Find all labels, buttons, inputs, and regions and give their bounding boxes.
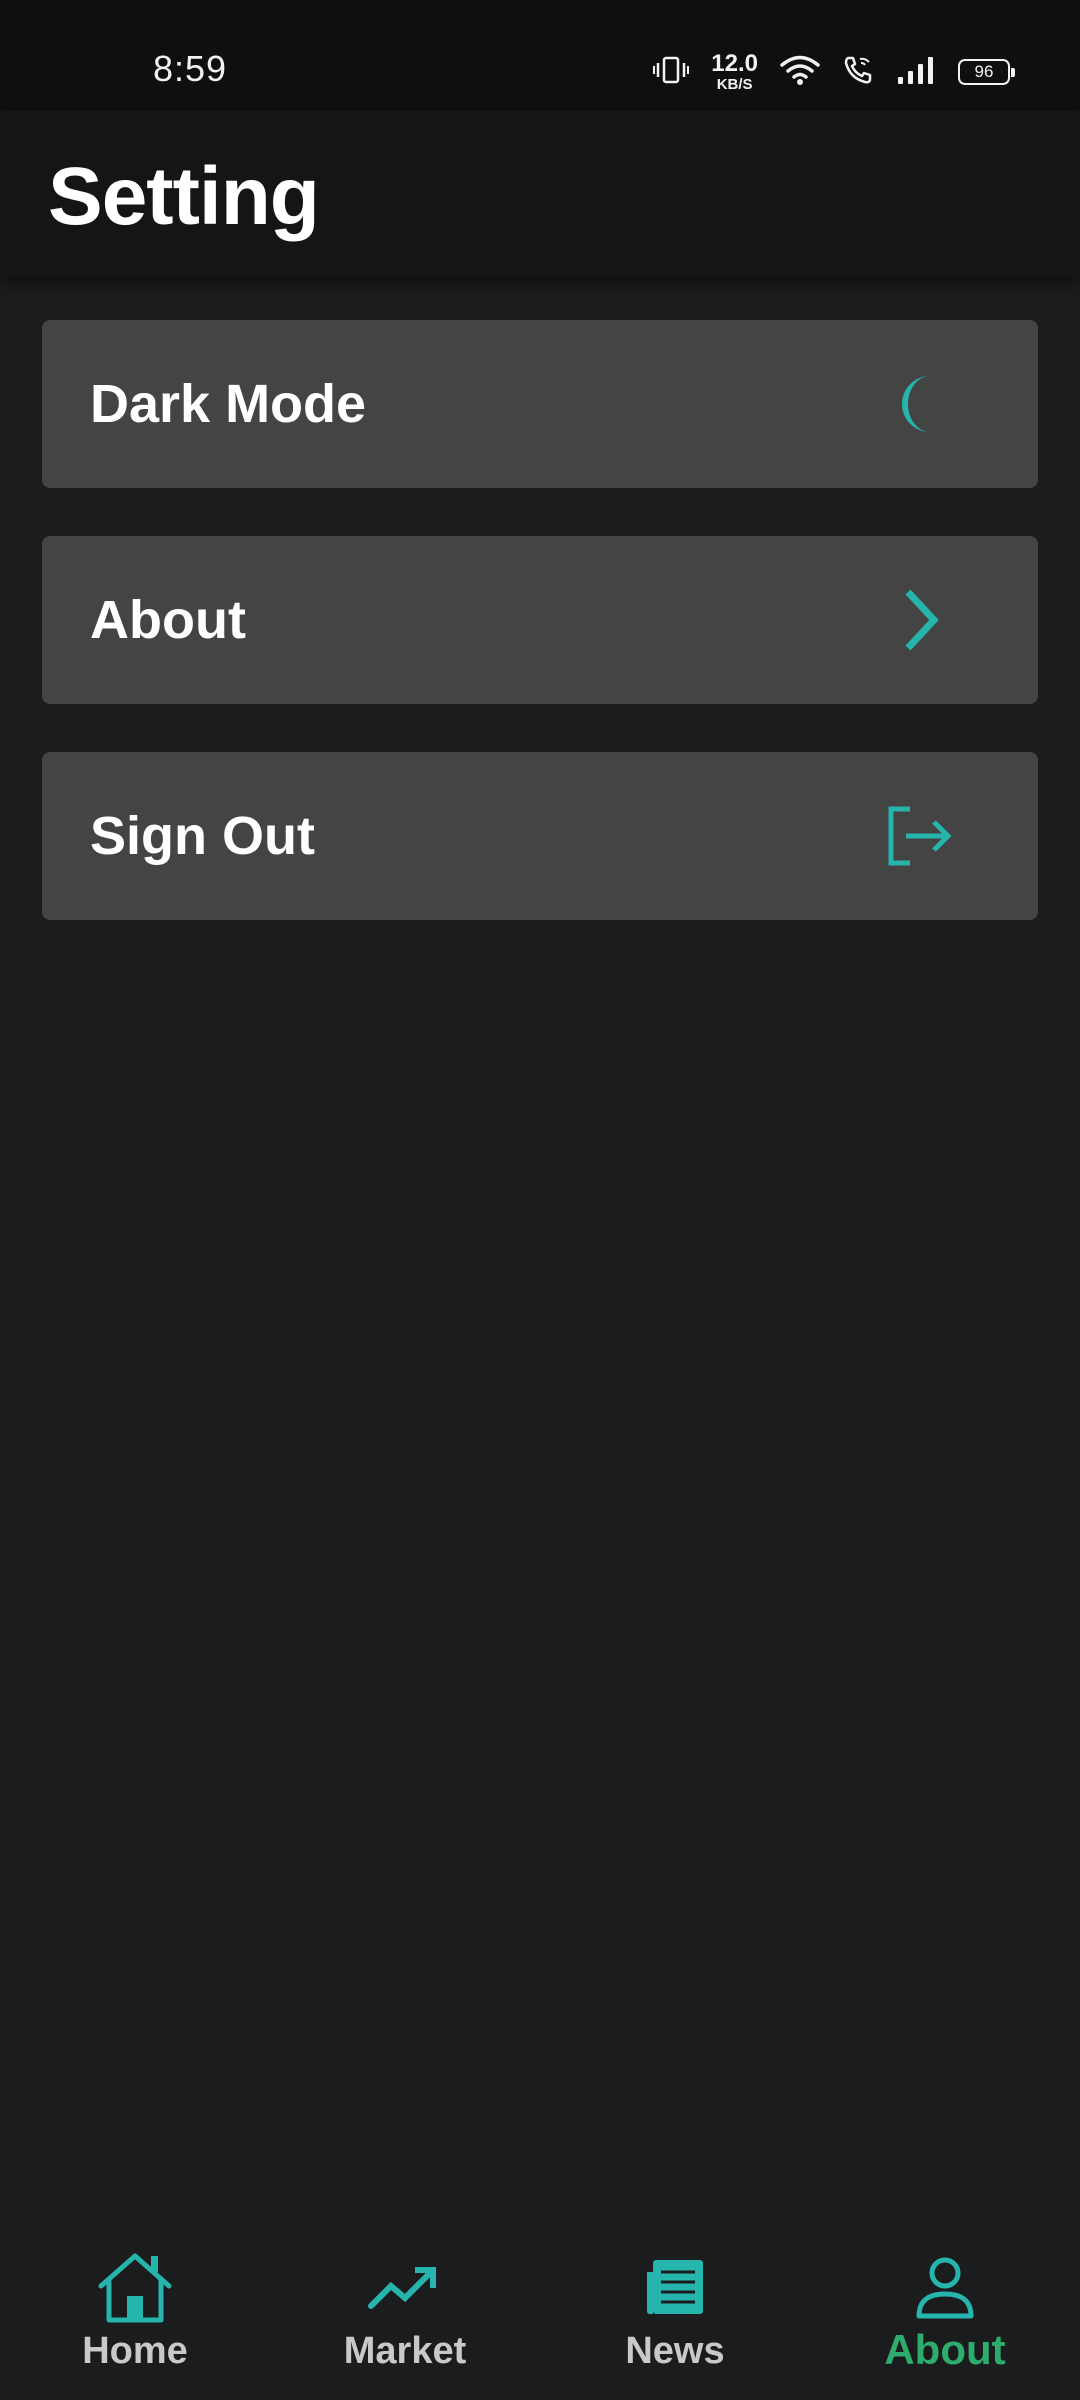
nav-item-news[interactable]: News [540,2220,810,2400]
signal-icon [896,55,936,90]
page-title: Setting [48,151,320,242]
network-speed-value: 12.0 [711,50,758,77]
battery-level: 96 [974,62,994,81]
nav-label-about: About [884,2326,1006,2373]
sign-out-icon [888,804,952,868]
app-header: Setting [0,110,1080,278]
user-icon [907,2250,983,2326]
nav-label-news: News [625,2330,725,2372]
status-bar: 8:59 12.0 KB/S 96 [0,0,1080,110]
dark-mode-label: Dark Mode [90,374,367,434]
home-icon [97,2250,173,2326]
nav-item-market[interactable]: Market [270,2220,540,2400]
battery-icon: 96 [958,59,1015,85]
wifi-call-icon [842,54,874,91]
nav-label-market: Market [343,2330,467,2372]
nav-label-home: Home [82,2330,188,2372]
trending-up-icon [367,2250,443,2326]
chevron-right-icon [888,588,952,652]
vibrate-icon [653,55,690,90]
newspaper-icon [637,2250,713,2326]
about-item[interactable]: About [42,536,1038,704]
settings-list: Dark Mode About Sign Out [42,320,1038,968]
network-speed: 12.0 KB/S [711,50,758,93]
moon-icon[interactable] [888,372,952,436]
sign-out-label: Sign Out [90,806,315,866]
about-label: About [90,590,246,650]
dark-mode-item[interactable]: Dark Mode [42,320,1038,488]
nav-item-about[interactable]: About [810,2220,1080,2400]
network-speed-unit: KB/S [716,76,753,93]
status-time: 8:59 [153,48,228,89]
wifi-icon [780,54,820,91]
status-icons: 12.0 KB/S 96 [653,50,1015,94]
sign-out-item[interactable]: Sign Out [42,752,1038,920]
bottom-nav: Home Market News About [0,2220,1080,2400]
nav-item-home[interactable]: Home [0,2220,270,2400]
